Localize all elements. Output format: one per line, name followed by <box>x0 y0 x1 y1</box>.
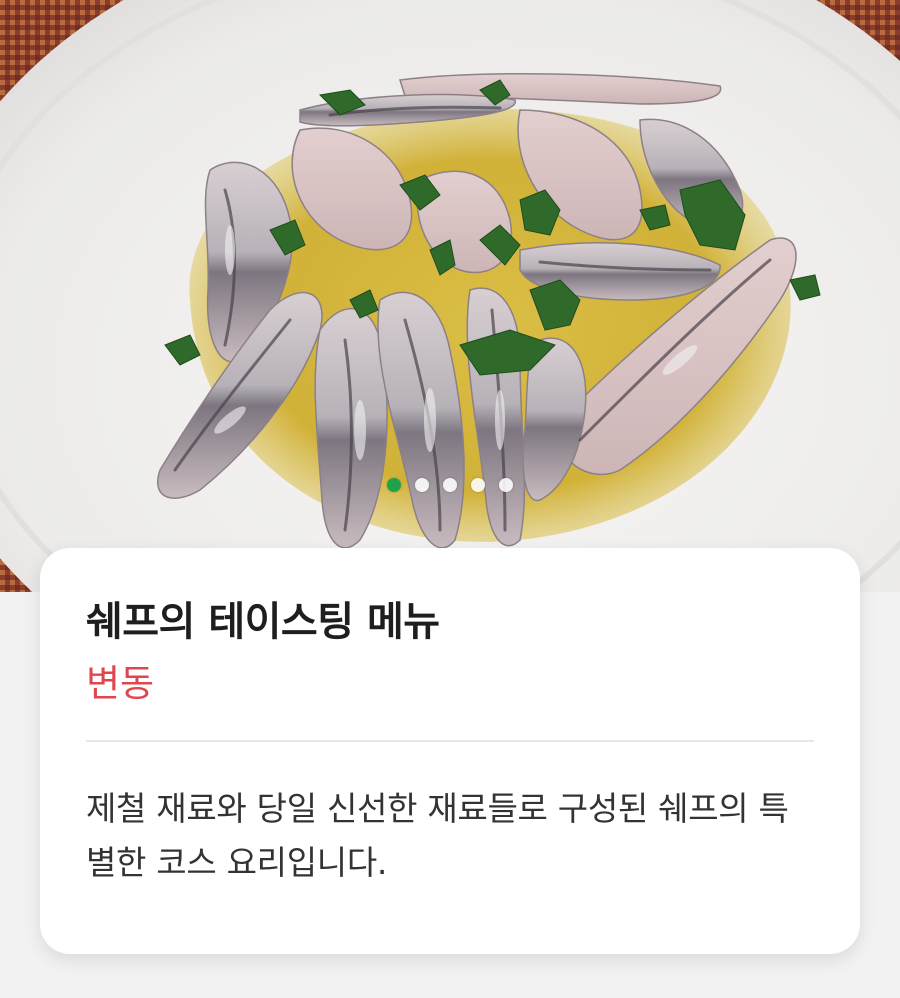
menu-detail-screen: 쉐프의 테이스팅 메뉴 변동 제철 재료와 당일 신선한 재료들로 구성된 쉐프… <box>0 0 900 998</box>
carousel-dot-2[interactable] <box>415 478 429 492</box>
divider <box>86 740 814 742</box>
carousel-dot-1[interactable] <box>387 478 401 492</box>
menu-info-card: 쉐프의 테이스팅 메뉴 변동 제철 재료와 당일 신선한 재료들로 구성된 쉐프… <box>40 548 860 954</box>
menu-price: 변동 <box>86 662 155 705</box>
anchovy-dish-image <box>0 0 900 592</box>
menu-title: 쉐프의 테이스팅 메뉴 <box>86 599 440 645</box>
carousel-dot-4[interactable] <box>471 478 485 492</box>
carousel-dot-3[interactable] <box>443 478 457 492</box>
carousel-indicator[interactable] <box>0 478 900 492</box>
menu-photo-carousel[interactable] <box>0 0 900 592</box>
carousel-dot-5[interactable] <box>499 478 513 492</box>
menu-description: 제철 재료와 당일 신선한 재료들로 구성된 쉐프의 특별한 코스 요리입니다. <box>86 789 789 882</box>
